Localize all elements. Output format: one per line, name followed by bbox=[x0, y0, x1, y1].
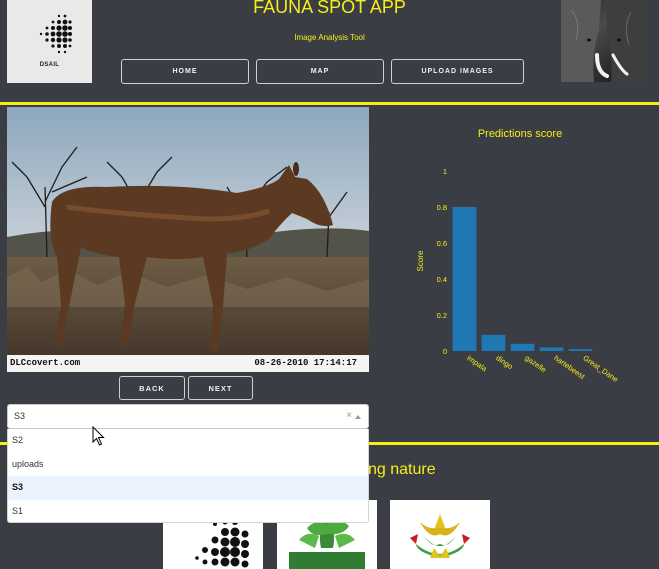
predictions-bar-chart: 0 0.2 0.4 0.6 0.8 1 Score impala dingo gazelle har… bbox=[416, 167, 620, 384]
partner-logo-conservancy bbox=[390, 500, 490, 569]
header-divider bbox=[0, 102, 659, 105]
dataset-select-value[interactable]: S3 bbox=[14, 411, 25, 421]
photo-watermark: DLCcovert.com bbox=[10, 358, 81, 368]
chart-title: Predictions score bbox=[477, 128, 563, 140]
dataset-select[interactable]: S3 × bbox=[7, 404, 369, 429]
x-tick-label: dingo bbox=[494, 353, 514, 371]
bar-dingo bbox=[481, 334, 506, 351]
nav-upload-images-button[interactable]: UPLOAD IMAGES bbox=[391, 59, 524, 84]
dropdown-option[interactable]: S1 bbox=[8, 500, 368, 524]
back-button[interactable]: BACK bbox=[119, 376, 185, 400]
elephant-illustration bbox=[561, 0, 646, 82]
chevron-up-icon[interactable] bbox=[355, 415, 361, 419]
x-tick-label: Great_Dane bbox=[581, 353, 620, 384]
photo-caption-bar: DLCcovert.com 08-26-2010 17:14:17 bbox=[7, 355, 369, 372]
bar-hartebeest bbox=[539, 347, 564, 351]
x-tick-label: impala bbox=[465, 353, 489, 374]
photo-timestamp: 08-26-2010 17:14:17 bbox=[254, 358, 357, 368]
footer-title: ng nature bbox=[368, 461, 436, 478]
nav-map-button[interactable]: MAP bbox=[256, 59, 384, 84]
y-tick-label: 0.8 bbox=[437, 203, 447, 212]
next-button[interactable]: NEXT bbox=[188, 376, 253, 400]
y-tick-label: 0 bbox=[443, 347, 447, 356]
camera-trap-image: DLCcovert.com 08-26-2010 17:14:17 bbox=[7, 107, 369, 372]
clear-icon[interactable]: × bbox=[346, 410, 352, 421]
y-tick-label: 1 bbox=[443, 167, 447, 176]
bar-impala bbox=[452, 207, 477, 351]
logo-text: DSAIL bbox=[39, 62, 60, 68]
mouse-cursor-icon bbox=[92, 426, 105, 446]
y-axis-label: Score bbox=[416, 250, 425, 271]
impala-photo bbox=[7, 107, 369, 372]
bar-great_dane bbox=[568, 349, 593, 351]
y-tick-label: 0.2 bbox=[437, 311, 447, 320]
elephant-image bbox=[561, 0, 646, 82]
x-tick-label: gazelle bbox=[523, 353, 548, 374]
dropdown-option[interactable]: S3 bbox=[8, 476, 368, 500]
dropdown-option[interactable]: S2 bbox=[8, 429, 368, 453]
x-tick-label: hartebeest bbox=[552, 353, 587, 381]
y-tick-label: 0.4 bbox=[437, 275, 447, 284]
nav-home-button[interactable]: HOME bbox=[121, 59, 249, 84]
bar-gazelle bbox=[510, 343, 535, 351]
y-tick-label: 0.6 bbox=[437, 239, 447, 248]
conservancy-logo bbox=[410, 514, 470, 558]
dropdown-option[interactable]: uploads bbox=[8, 453, 368, 477]
dataset-select-menu: S2 uploads S3 S1 bbox=[7, 429, 369, 523]
